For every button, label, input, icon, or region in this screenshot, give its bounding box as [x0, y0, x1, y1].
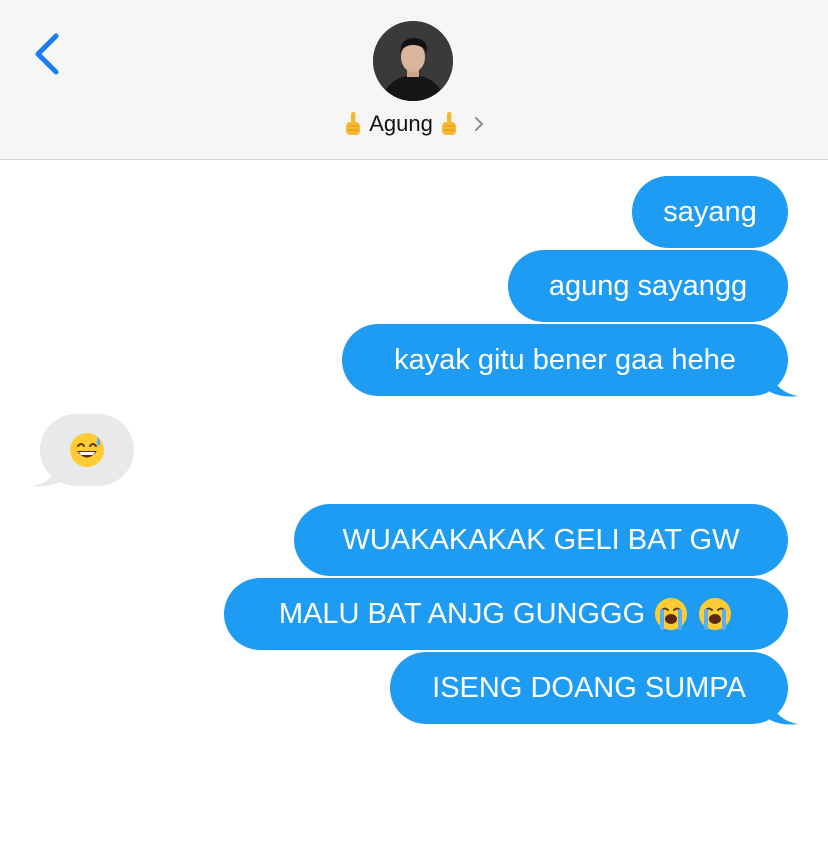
chevron-left-icon [35, 33, 59, 75]
message-bubble-sent[interactable]: MALU BAT ANJG GUNGGG [224, 578, 788, 650]
message-text: MALU BAT ANJG GUNGGG [278, 597, 646, 630]
chevron-right-icon [474, 117, 483, 131]
message-bubble-sent[interactable]: kayak gitu bener gaa hehe [342, 324, 788, 396]
contact-name-button[interactable]: Agung [0, 104, 828, 144]
message-bubble-sent[interactable]: sayang [632, 176, 788, 248]
message-text: sayang [663, 195, 757, 228]
message-text: kayak gitu bener gaa hehe [394, 343, 736, 376]
bubble-tail-sent [770, 700, 798, 725]
avatar-photo [373, 21, 453, 101]
bubble-tail-received [32, 462, 60, 487]
message-bubble-sent[interactable]: agung sayangg [508, 250, 788, 322]
conversation-header: Agung [0, 0, 828, 160]
back-button[interactable] [28, 30, 64, 78]
message-bubble-sent[interactable]: WUAKAKAKAK GELI BAT GW [294, 504, 788, 576]
contact-avatar[interactable] [373, 21, 453, 101]
finger-emoji-icon [441, 112, 456, 135]
bubble-tail-sent [770, 372, 798, 397]
message-text: ISENG DOANG SUMPA [432, 671, 746, 704]
message-text: agung sayangg [548, 269, 748, 302]
contact-name: Agung [369, 111, 433, 136]
message-bubble-sent[interactable]: ISENG DOANG SUMPA [390, 652, 788, 724]
loudly-crying-emoji-icon [655, 598, 688, 630]
finger-emoji-icon [346, 112, 361, 135]
loudly-crying-emoji-icon [699, 598, 732, 630]
grinning-sweat-emoji-icon [70, 433, 104, 467]
message-text: WUAKAKAKAK GELI BAT GW [342, 523, 740, 556]
